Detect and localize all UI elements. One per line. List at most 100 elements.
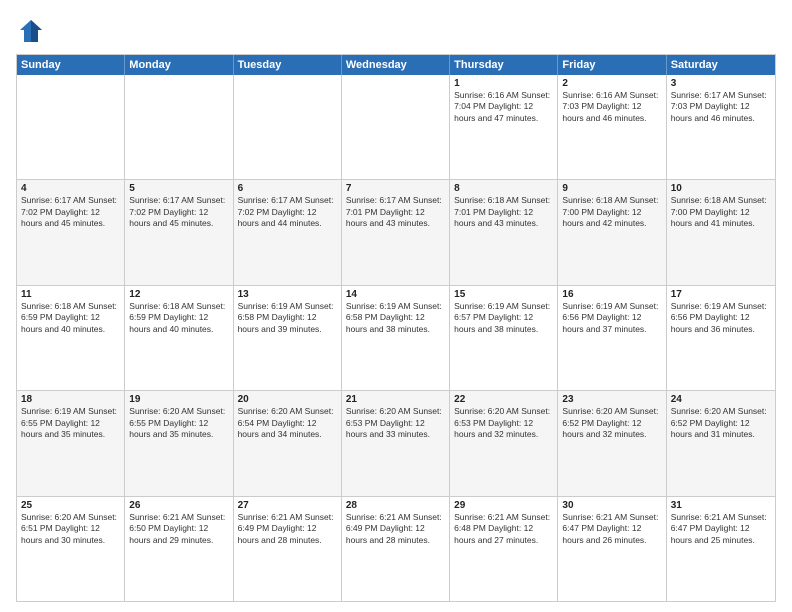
- day-cell-18: 18Sunrise: 6:19 AM Sunset: 6:55 PM Dayli…: [17, 391, 125, 495]
- day-cell-27: 27Sunrise: 6:21 AM Sunset: 6:49 PM Dayli…: [234, 497, 342, 601]
- day-number: 1: [454, 78, 553, 89]
- day-number: 16: [562, 289, 661, 300]
- day-cell-22: 22Sunrise: 6:20 AM Sunset: 6:53 PM Dayli…: [450, 391, 558, 495]
- header-day-tuesday: Tuesday: [234, 55, 342, 75]
- day-cell-24: 24Sunrise: 6:20 AM Sunset: 6:52 PM Dayli…: [667, 391, 775, 495]
- header-day-wednesday: Wednesday: [342, 55, 450, 75]
- page: SundayMondayTuesdayWednesdayThursdayFrid…: [0, 0, 792, 612]
- day-info: Sunrise: 6:16 AM Sunset: 7:03 PM Dayligh…: [562, 90, 661, 124]
- day-number: 5: [129, 183, 228, 194]
- day-cell-5: 5Sunrise: 6:17 AM Sunset: 7:02 PM Daylig…: [125, 180, 233, 284]
- day-cell-4: 4Sunrise: 6:17 AM Sunset: 7:02 PM Daylig…: [17, 180, 125, 284]
- day-info: Sunrise: 6:18 AM Sunset: 7:00 PM Dayligh…: [562, 195, 661, 229]
- calendar-header: SundayMondayTuesdayWednesdayThursdayFrid…: [17, 55, 775, 75]
- day-info: Sunrise: 6:20 AM Sunset: 6:53 PM Dayligh…: [346, 406, 445, 440]
- day-number: 10: [671, 183, 771, 194]
- day-number: 30: [562, 500, 661, 511]
- day-number: 25: [21, 500, 120, 511]
- day-number: 4: [21, 183, 120, 194]
- day-info: Sunrise: 6:19 AM Sunset: 6:58 PM Dayligh…: [346, 301, 445, 335]
- day-number: 18: [21, 394, 120, 405]
- day-number: 6: [238, 183, 337, 194]
- day-cell-30: 30Sunrise: 6:21 AM Sunset: 6:47 PM Dayli…: [558, 497, 666, 601]
- day-cell-26: 26Sunrise: 6:21 AM Sunset: 6:50 PM Dayli…: [125, 497, 233, 601]
- day-info: Sunrise: 6:20 AM Sunset: 6:52 PM Dayligh…: [562, 406, 661, 440]
- calendar-row-3: 18Sunrise: 6:19 AM Sunset: 6:55 PM Dayli…: [17, 390, 775, 495]
- day-info: Sunrise: 6:17 AM Sunset: 7:01 PM Dayligh…: [346, 195, 445, 229]
- day-number: 13: [238, 289, 337, 300]
- day-cell-29: 29Sunrise: 6:21 AM Sunset: 6:48 PM Dayli…: [450, 497, 558, 601]
- day-number: 28: [346, 500, 445, 511]
- day-number: 11: [21, 289, 120, 300]
- header-day-sunday: Sunday: [17, 55, 125, 75]
- day-info: Sunrise: 6:19 AM Sunset: 6:55 PM Dayligh…: [21, 406, 120, 440]
- day-info: Sunrise: 6:21 AM Sunset: 6:50 PM Dayligh…: [129, 512, 228, 546]
- calendar-body: 1Sunrise: 6:16 AM Sunset: 7:04 PM Daylig…: [17, 75, 775, 601]
- day-cell-12: 12Sunrise: 6:18 AM Sunset: 6:59 PM Dayli…: [125, 286, 233, 390]
- day-cell-2: 2Sunrise: 6:16 AM Sunset: 7:03 PM Daylig…: [558, 75, 666, 179]
- day-cell-13: 13Sunrise: 6:19 AM Sunset: 6:58 PM Dayli…: [234, 286, 342, 390]
- day-cell-28: 28Sunrise: 6:21 AM Sunset: 6:49 PM Dayli…: [342, 497, 450, 601]
- day-info: Sunrise: 6:18 AM Sunset: 7:00 PM Dayligh…: [671, 195, 771, 229]
- day-number: 8: [454, 183, 553, 194]
- day-cell-15: 15Sunrise: 6:19 AM Sunset: 6:57 PM Dayli…: [450, 286, 558, 390]
- day-info: Sunrise: 6:19 AM Sunset: 6:56 PM Dayligh…: [562, 301, 661, 335]
- day-info: Sunrise: 6:21 AM Sunset: 6:47 PM Dayligh…: [562, 512, 661, 546]
- calendar-row-4: 25Sunrise: 6:20 AM Sunset: 6:51 PM Dayli…: [17, 496, 775, 601]
- day-cell-9: 9Sunrise: 6:18 AM Sunset: 7:00 PM Daylig…: [558, 180, 666, 284]
- day-number: 20: [238, 394, 337, 405]
- calendar: SundayMondayTuesdayWednesdayThursdayFrid…: [16, 54, 776, 602]
- day-number: 14: [346, 289, 445, 300]
- day-number: 22: [454, 394, 553, 405]
- calendar-row-2: 11Sunrise: 6:18 AM Sunset: 6:59 PM Dayli…: [17, 285, 775, 390]
- day-info: Sunrise: 6:16 AM Sunset: 7:04 PM Dayligh…: [454, 90, 553, 124]
- day-info: Sunrise: 6:19 AM Sunset: 6:57 PM Dayligh…: [454, 301, 553, 335]
- day-cell-25: 25Sunrise: 6:20 AM Sunset: 6:51 PM Dayli…: [17, 497, 125, 601]
- day-info: Sunrise: 6:18 AM Sunset: 7:01 PM Dayligh…: [454, 195, 553, 229]
- day-info: Sunrise: 6:21 AM Sunset: 6:49 PM Dayligh…: [238, 512, 337, 546]
- day-info: Sunrise: 6:21 AM Sunset: 6:48 PM Dayligh…: [454, 512, 553, 546]
- day-info: Sunrise: 6:19 AM Sunset: 6:56 PM Dayligh…: [671, 301, 771, 335]
- day-number: 12: [129, 289, 228, 300]
- day-info: Sunrise: 6:18 AM Sunset: 6:59 PM Dayligh…: [129, 301, 228, 335]
- day-info: Sunrise: 6:17 AM Sunset: 7:02 PM Dayligh…: [129, 195, 228, 229]
- header: [16, 16, 776, 46]
- day-cell-21: 21Sunrise: 6:20 AM Sunset: 6:53 PM Dayli…: [342, 391, 450, 495]
- logo: [16, 16, 50, 46]
- day-info: Sunrise: 6:17 AM Sunset: 7:02 PM Dayligh…: [238, 195, 337, 229]
- day-info: Sunrise: 6:20 AM Sunset: 6:53 PM Dayligh…: [454, 406, 553, 440]
- day-cell-7: 7Sunrise: 6:17 AM Sunset: 7:01 PM Daylig…: [342, 180, 450, 284]
- day-number: 29: [454, 500, 553, 511]
- header-day-friday: Friday: [558, 55, 666, 75]
- day-number: 23: [562, 394, 661, 405]
- day-info: Sunrise: 6:18 AM Sunset: 6:59 PM Dayligh…: [21, 301, 120, 335]
- day-number: 3: [671, 78, 771, 89]
- day-info: Sunrise: 6:21 AM Sunset: 6:47 PM Dayligh…: [671, 512, 771, 546]
- day-cell-31: 31Sunrise: 6:21 AM Sunset: 6:47 PM Dayli…: [667, 497, 775, 601]
- empty-cell: [342, 75, 450, 179]
- day-cell-11: 11Sunrise: 6:18 AM Sunset: 6:59 PM Dayli…: [17, 286, 125, 390]
- day-cell-3: 3Sunrise: 6:17 AM Sunset: 7:03 PM Daylig…: [667, 75, 775, 179]
- day-info: Sunrise: 6:21 AM Sunset: 6:49 PM Dayligh…: [346, 512, 445, 546]
- calendar-row-1: 4 Sunrise: 6:17 AM Sunset: 7:02 PM Daylig…: [17, 179, 775, 284]
- day-cell-16: 16Sunrise: 6:19 AM Sunset: 6:56 PM Dayli…: [558, 286, 666, 390]
- logo-icon: [16, 16, 46, 46]
- day-cell-19: 19Sunrise: 6:20 AM Sunset: 6:55 PM Dayli…: [125, 391, 233, 495]
- day-info: Sunrise: 6:19 AM Sunset: 6:58 PM Dayligh…: [238, 301, 337, 335]
- day-number: 27: [238, 500, 337, 511]
- day-info: Sunrise: 6:20 AM Sunset: 6:54 PM Dayligh…: [238, 406, 337, 440]
- day-info: Sunrise: 6:20 AM Sunset: 6:52 PM Dayligh…: [671, 406, 771, 440]
- day-number: 17: [671, 289, 771, 300]
- day-number: 15: [454, 289, 553, 300]
- day-cell-17: 17Sunrise: 6:19 AM Sunset: 6:56 PM Dayli…: [667, 286, 775, 390]
- day-info: Sunrise: 6:20 AM Sunset: 6:51 PM Dayligh…: [21, 512, 120, 546]
- day-number: 21: [346, 394, 445, 405]
- day-info: Sunrise: 6:17 AM Sunset: 7:03 PM Dayligh…: [671, 90, 771, 124]
- day-number: 9: [562, 183, 661, 194]
- empty-cell: [125, 75, 233, 179]
- header-day-saturday: Saturday: [667, 55, 775, 75]
- empty-cell: [234, 75, 342, 179]
- day-number: 24: [671, 394, 771, 405]
- empty-cell: [17, 75, 125, 179]
- day-cell-10: 10Sunrise: 6:18 AM Sunset: 7:00 PM Dayli…: [667, 180, 775, 284]
